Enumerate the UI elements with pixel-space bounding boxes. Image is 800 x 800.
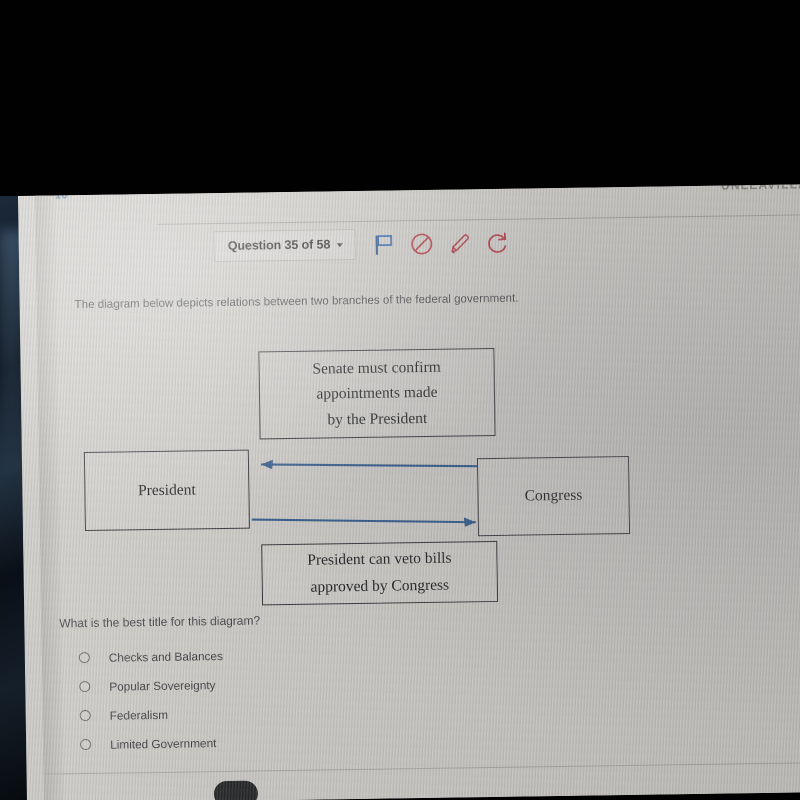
radio-button[interactable] xyxy=(79,680,91,693)
option-label: Limited Government xyxy=(110,735,217,752)
arrow-president-to-congress xyxy=(251,517,476,527)
clipped-footer-button[interactable] xyxy=(213,780,259,800)
option-label: Federalism xyxy=(109,707,169,723)
radio-button[interactable] xyxy=(78,651,90,664)
quiz-page: 10 UNLEAVILLAN Question 35 of 58 The dia… xyxy=(34,184,800,800)
option-row[interactable]: Limited Government xyxy=(61,726,391,760)
photo-of-screen: 10 UNLEAVILLAN Question 35 of 58 The dia… xyxy=(0,0,800,800)
radio-button[interactable] xyxy=(80,738,92,751)
tablet-screen: 10 UNLEAVILLAN Question 35 of 58 The dia… xyxy=(18,184,800,800)
option-label: Popular Sovereignty xyxy=(109,677,216,694)
option-label: Checks and Balances xyxy=(108,648,224,665)
arrow-congress-to-president xyxy=(261,459,478,470)
radio-button[interactable] xyxy=(79,709,91,722)
answer-options: Checks and Balances Popular Sovereignty … xyxy=(60,639,392,760)
question-text: What is the best title for this diagram? xyxy=(59,613,261,631)
